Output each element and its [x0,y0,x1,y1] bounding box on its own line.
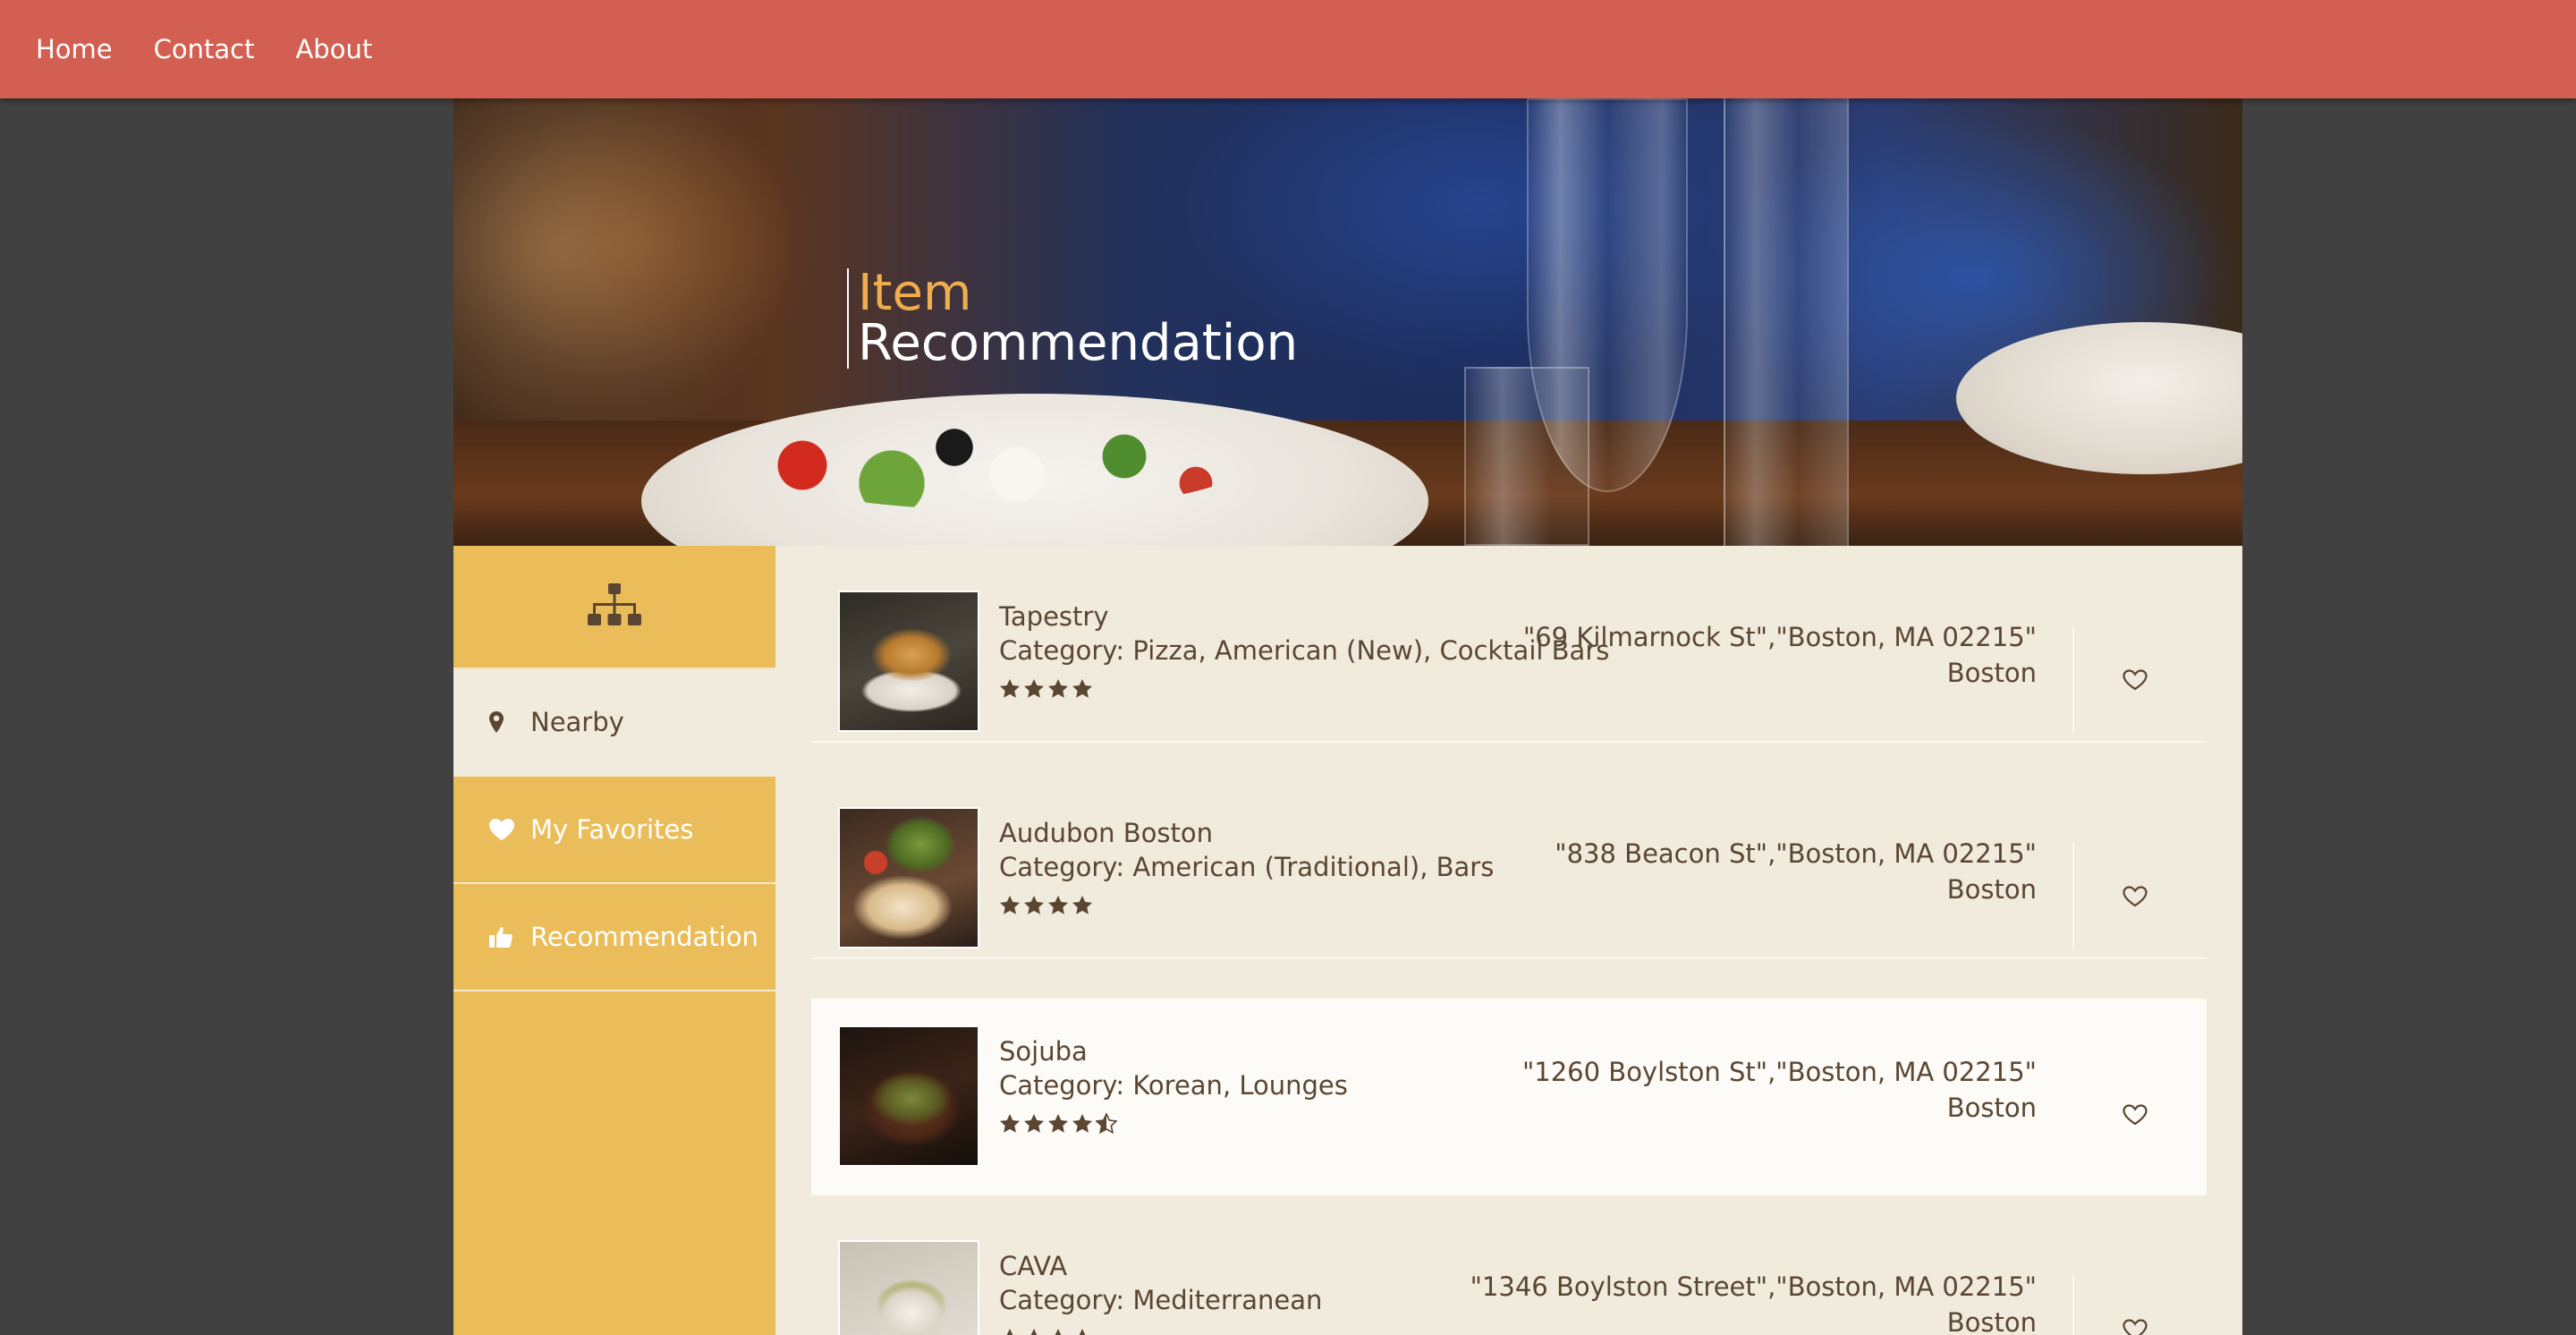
item-name[interactable]: Sojuba [999,1036,1088,1067]
item-divider [2072,626,2074,734]
item-address-street: "838 Beacon St","Boston, MA 02215" [1555,838,2037,869]
heart-icon [489,819,525,840]
item-image[interactable] [838,1240,979,1335]
heart-outline-icon [2123,886,2148,907]
item-address-city: Boston [1946,1307,2037,1335]
heart-outline-icon [2123,1319,2148,1335]
sidebar-item-label: Nearby [530,707,624,737]
main-container: Item Recommendation Nearby My Favorites … [453,98,2242,1335]
sidebar-item-label: My Favorites [530,814,694,845]
star-icon [1072,896,1092,914]
star-icon [1079,1329,1086,1335]
page-title-line2: Recommendation [858,314,1299,372]
sidebar-item-recommendation[interactable]: Recommendation [453,884,775,991]
star-icon [1048,896,1068,914]
star-icon [1048,1114,1068,1133]
rating-stars [999,1328,1093,1335]
item-name[interactable]: Audubon Boston [999,818,1213,848]
item-address-street: "1260 Boylston St","Boston, MA 02215" [1521,1057,2037,1087]
star-icon [1006,1329,1013,1335]
item-name[interactable]: Tapestry [999,601,1109,632]
item-address-city: Boston [1946,874,2037,905]
sitemap-icon [588,583,641,625]
item-image[interactable] [838,1025,979,1167]
star-icon [1024,679,1044,698]
star-icon [1024,1114,1044,1133]
item-address-city: Boston [1946,1093,2037,1123]
item-address: "838 Beacon St","Boston, MA 02215" Bosto… [1555,836,2037,907]
star-icon [1000,896,1020,914]
banner-bokeh [453,98,793,474]
favorite-toggle-button[interactable] [2117,1312,2153,1335]
star-icon [1030,1329,1038,1335]
page-title-line1: Item [858,264,972,322]
page-title: Item Recommendation [847,268,1298,369]
list-item[interactable]: Sojuba Category: Korean, Lounges "1260 B… [811,999,2207,1195]
sidebar: Nearby My Favorites Recommendation [453,546,775,1335]
item-name[interactable]: CAVA [999,1251,1067,1281]
rating-stars [999,1113,1117,1135]
header-banner: Item Recommendation [453,98,2242,546]
star-icon [1000,1114,1020,1133]
item-image[interactable] [838,591,979,732]
item-address: "69 Kilmarnock St","Boston, MA 02215" Bo… [1523,619,2037,691]
star-half-icon [1096,1113,1117,1135]
favorite-toggle-button[interactable] [2117,879,2153,914]
rating-stars [999,678,1093,700]
nav-home-link[interactable]: Home [36,34,113,64]
banner-water-glass [1724,98,1849,546]
star-icon [1000,679,1020,698]
list-item[interactable]: CAVA Category: Mediterranean "1346 Boyls… [811,1195,2207,1335]
sidebar-item-label: Recommendation [530,922,758,952]
list-item[interactable]: Audubon Boston Category: American (Tradi… [811,762,2207,959]
banner-wine-glass [1527,98,1688,492]
item-address: "1260 Boylston St","Boston, MA 02215" Bo… [1522,1054,2037,1126]
thumbs-up-icon [489,926,525,948]
sidebar-item-nearby[interactable]: Nearby [453,669,775,777]
item-category: Category: Mediterranean [999,1285,1323,1315]
banner-salad [749,412,1250,510]
star-icon [1048,679,1068,698]
item-divider [2072,1276,2074,1335]
item-list: Tapestry Category: Pizza, American (New)… [811,546,2207,1335]
item-address: "1346 Boylston Street","Boston, MA 02215… [1470,1269,2037,1335]
star-icon [1055,1329,1062,1335]
heart-outline-icon [2123,669,2148,691]
item-category: Category: American (Traditional), Bars [999,852,1495,882]
heart-outline-icon [2123,1104,2148,1126]
map-marker-icon [489,711,525,733]
star-icon [1072,1114,1092,1133]
item-image[interactable] [838,807,979,948]
item-category: Category: Pizza, American (New), Cocktai… [999,635,1610,666]
favorite-toggle-button[interactable] [2117,662,2153,698]
star-icon [1072,679,1092,698]
item-address-city: Boston [1946,658,2037,688]
nav-contact-link[interactable]: Contact [154,34,255,64]
sidebar-item-my-favorites[interactable]: My Favorites [453,777,775,884]
favorite-toggle-button[interactable] [2117,1097,2153,1133]
item-category: Category: Korean, Lounges [999,1070,1348,1101]
star-icon [1024,896,1044,914]
sidebar-logo [453,546,775,669]
nav-about-link[interactable]: About [295,34,372,64]
top-navbar: Home Contact About [0,0,2576,98]
list-item[interactable]: Tapestry Category: Pizza, American (New)… [811,546,2207,743]
item-address-street: "69 Kilmarnock St","Boston, MA 02215" [1522,622,2037,652]
item-divider [2072,843,2074,950]
rating-stars [999,895,1093,916]
item-address-street: "1346 Boylston Street","Boston, MA 02215… [1470,1271,2037,1302]
